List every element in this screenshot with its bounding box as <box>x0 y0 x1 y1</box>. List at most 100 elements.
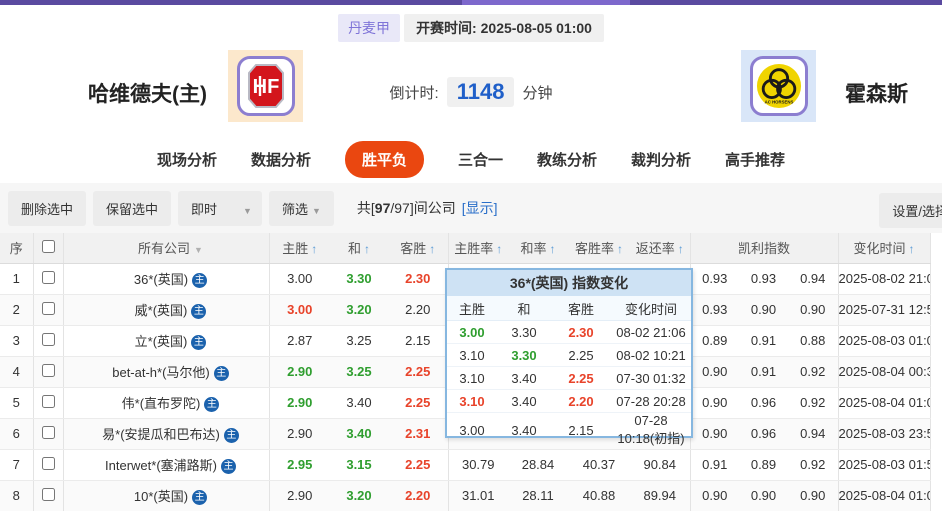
popup-history-row: 3.00 3.30 2.30 08-02 21:06 <box>447 321 691 344</box>
delete-selected-button[interactable]: 删除选中 <box>8 190 87 226</box>
col-away-win-sort[interactable]: 客胜 ↑ <box>388 233 449 264</box>
primary-badge-icon[interactable]: 主 <box>191 304 207 320</box>
company-name[interactable]: 伟*(直布罗陀) <box>122 396 201 411</box>
primary-badge-icon[interactable]: 主 <box>220 459 236 475</box>
popup-change-time: 07-28 20:28 <box>616 393 686 409</box>
popup-draw: 3.40 <box>511 422 537 438</box>
kickoff-label: 开赛时间: <box>416 20 477 36</box>
draw-odds[interactable]: 3.20 <box>330 480 388 511</box>
company-cell: bet-at-h*(马尔他) 主 <box>63 356 270 388</box>
show-link[interactable]: [显示] <box>462 200 498 216</box>
popup-away-win: 2.25 <box>568 370 594 386</box>
row-checkbox[interactable] <box>41 363 55 377</box>
row-checkbox[interactable] <box>41 425 55 439</box>
row-index: 7 <box>0 449 34 481</box>
tab-4[interactable]: 教练分析 <box>537 149 597 170</box>
match-info-badges: 丹麦甲 开赛时间: 2025-08-05 01:00 <box>0 14 942 42</box>
company-name[interactable]: 立*(英国) <box>135 334 188 349</box>
row-index: 3 <box>0 325 34 357</box>
popup-title: 36*(英国) 指数变化 <box>447 270 691 296</box>
primary-badge-icon[interactable]: 主 <box>213 366 229 382</box>
kelly-home: 0.93 <box>690 263 739 295</box>
row-index: 1 <box>0 263 34 295</box>
primary-badge-icon[interactable]: 主 <box>192 273 208 289</box>
home-win-odds[interactable]: 2.87 <box>269 325 330 357</box>
draw-odds[interactable]: 3.30 <box>330 263 388 295</box>
away-win-odds[interactable]: 2.20 <box>388 480 449 511</box>
col-draw-rate-sort[interactable]: 和率 ↑ <box>508 233 568 264</box>
row-checkbox[interactable] <box>41 332 55 346</box>
row-checkbox[interactable] <box>41 301 55 315</box>
away-win-odds[interactable]: 2.30 <box>388 263 449 295</box>
home-win-rate: 30.79 <box>448 449 508 481</box>
home-win-odds[interactable]: 2.90 <box>269 387 330 419</box>
home-win-odds[interactable]: 3.00 <box>269 263 330 295</box>
row-checkbox[interactable] <box>41 487 55 501</box>
tab-5[interactable]: 裁判分析 <box>631 149 691 170</box>
row-checkbox[interactable] <box>41 394 55 408</box>
kelly-home: 0.89 <box>690 325 739 357</box>
popup-change-time: 07-28 10:18(初指) <box>617 413 685 446</box>
draw-odds[interactable]: 3.20 <box>330 294 388 326</box>
tab-0[interactable]: 现场分析 <box>157 149 217 170</box>
company-name[interactable]: bet-at-h*(马尔他) <box>112 365 210 380</box>
kelly-draw: 0.90 <box>739 294 788 326</box>
home-win-odds[interactable]: 2.95 <box>269 449 330 481</box>
col-home-rate-sort[interactable]: 主胜率 ↑ <box>448 233 508 264</box>
home-win-odds[interactable]: 2.90 <box>269 418 330 450</box>
col-company-sort[interactable]: 所有公司 ▼ <box>63 233 270 264</box>
primary-badge-icon[interactable]: 主 <box>192 490 208 506</box>
col-away-rate-sort[interactable]: 客胜率 ↑ <box>568 233 630 264</box>
away-win-odds[interactable]: 2.15 <box>388 325 449 357</box>
draw-odds[interactable]: 3.25 <box>330 356 388 388</box>
col-home-win-sort[interactable]: 主胜 ↑ <box>269 233 330 264</box>
company-name[interactable]: 威*(英国) <box>135 303 188 318</box>
instant-label: 即时 <box>191 201 218 217</box>
popup-col-1: 和 <box>517 301 531 317</box>
draw-odds[interactable]: 3.40 <box>330 418 388 450</box>
primary-badge-icon[interactable]: 主 <box>204 397 220 413</box>
away-win-odds[interactable]: 2.25 <box>388 387 449 419</box>
filter-dropdown[interactable]: 筛选 ▼ <box>268 190 334 226</box>
tab-1[interactable]: 数据分析 <box>251 149 311 170</box>
company-name[interactable]: 易*(安提瓜和巴布达) <box>102 427 220 442</box>
home-win-odds[interactable]: 2.90 <box>269 480 330 511</box>
col-payout-rate-sort[interactable]: 返还率 ↑ <box>630 233 691 264</box>
draw-rate: 28.11 <box>508 480 568 511</box>
settings-button[interactable]: 设置/选择 <box>879 193 942 228</box>
company-cell: 10*(英国) 主 <box>63 480 270 511</box>
draw-odds[interactable]: 3.40 <box>330 387 388 419</box>
popup-column-headers: 主胜 和 客胜 变化时间 <box>447 296 691 321</box>
kickoff-value: 2025-08-05 01:00 <box>480 20 592 36</box>
home-win-odds[interactable]: 3.00 <box>269 294 330 326</box>
primary-badge-icon[interactable]: 主 <box>191 335 207 351</box>
away-win-odds[interactable]: 2.31 <box>388 418 449 450</box>
draw-odds[interactable]: 3.15 <box>330 449 388 481</box>
draw-odds[interactable]: 3.25 <box>330 325 388 357</box>
col-change-time-sort[interactable]: 变化时间 ↑ <box>838 233 931 264</box>
primary-badge-icon[interactable]: 主 <box>223 428 239 444</box>
tab-6[interactable]: 高手推荐 <box>725 149 785 170</box>
row-checkbox[interactable] <box>41 456 55 470</box>
select-all-checkbox[interactable] <box>41 239 55 253</box>
col-draw-sort[interactable]: 和 ↑ <box>330 233 388 264</box>
row-checkbox[interactable] <box>41 270 55 284</box>
row-select-cell <box>33 480 64 511</box>
row-index: 4 <box>0 356 34 388</box>
instant-dropdown[interactable]: 即时 ▼ <box>178 190 262 226</box>
away-win-odds[interactable]: 2.25 <box>388 356 449 388</box>
home-win-odds[interactable]: 2.90 <box>269 356 330 388</box>
row-select-cell <box>33 294 64 326</box>
row-select-cell <box>33 356 64 388</box>
company-name[interactable]: 10*(英国) <box>134 489 188 504</box>
company-name[interactable]: Interwet*(塞浦路斯) <box>105 458 217 473</box>
tab-3[interactable]: 三合一 <box>458 149 503 170</box>
change-time: 2025-08-04 01:06 <box>838 387 931 419</box>
keep-selected-button[interactable]: 保留选中 <box>93 190 172 226</box>
company-cell: 立*(英国) 主 <box>63 325 270 357</box>
away-win-odds[interactable]: 2.20 <box>388 294 449 326</box>
tab-2[interactable]: 胜平负 <box>344 140 424 178</box>
away-win-odds[interactable]: 2.25 <box>388 449 449 481</box>
company-name[interactable]: 36*(英国) <box>134 272 188 287</box>
popup-home-win: 3.10 <box>459 347 485 363</box>
